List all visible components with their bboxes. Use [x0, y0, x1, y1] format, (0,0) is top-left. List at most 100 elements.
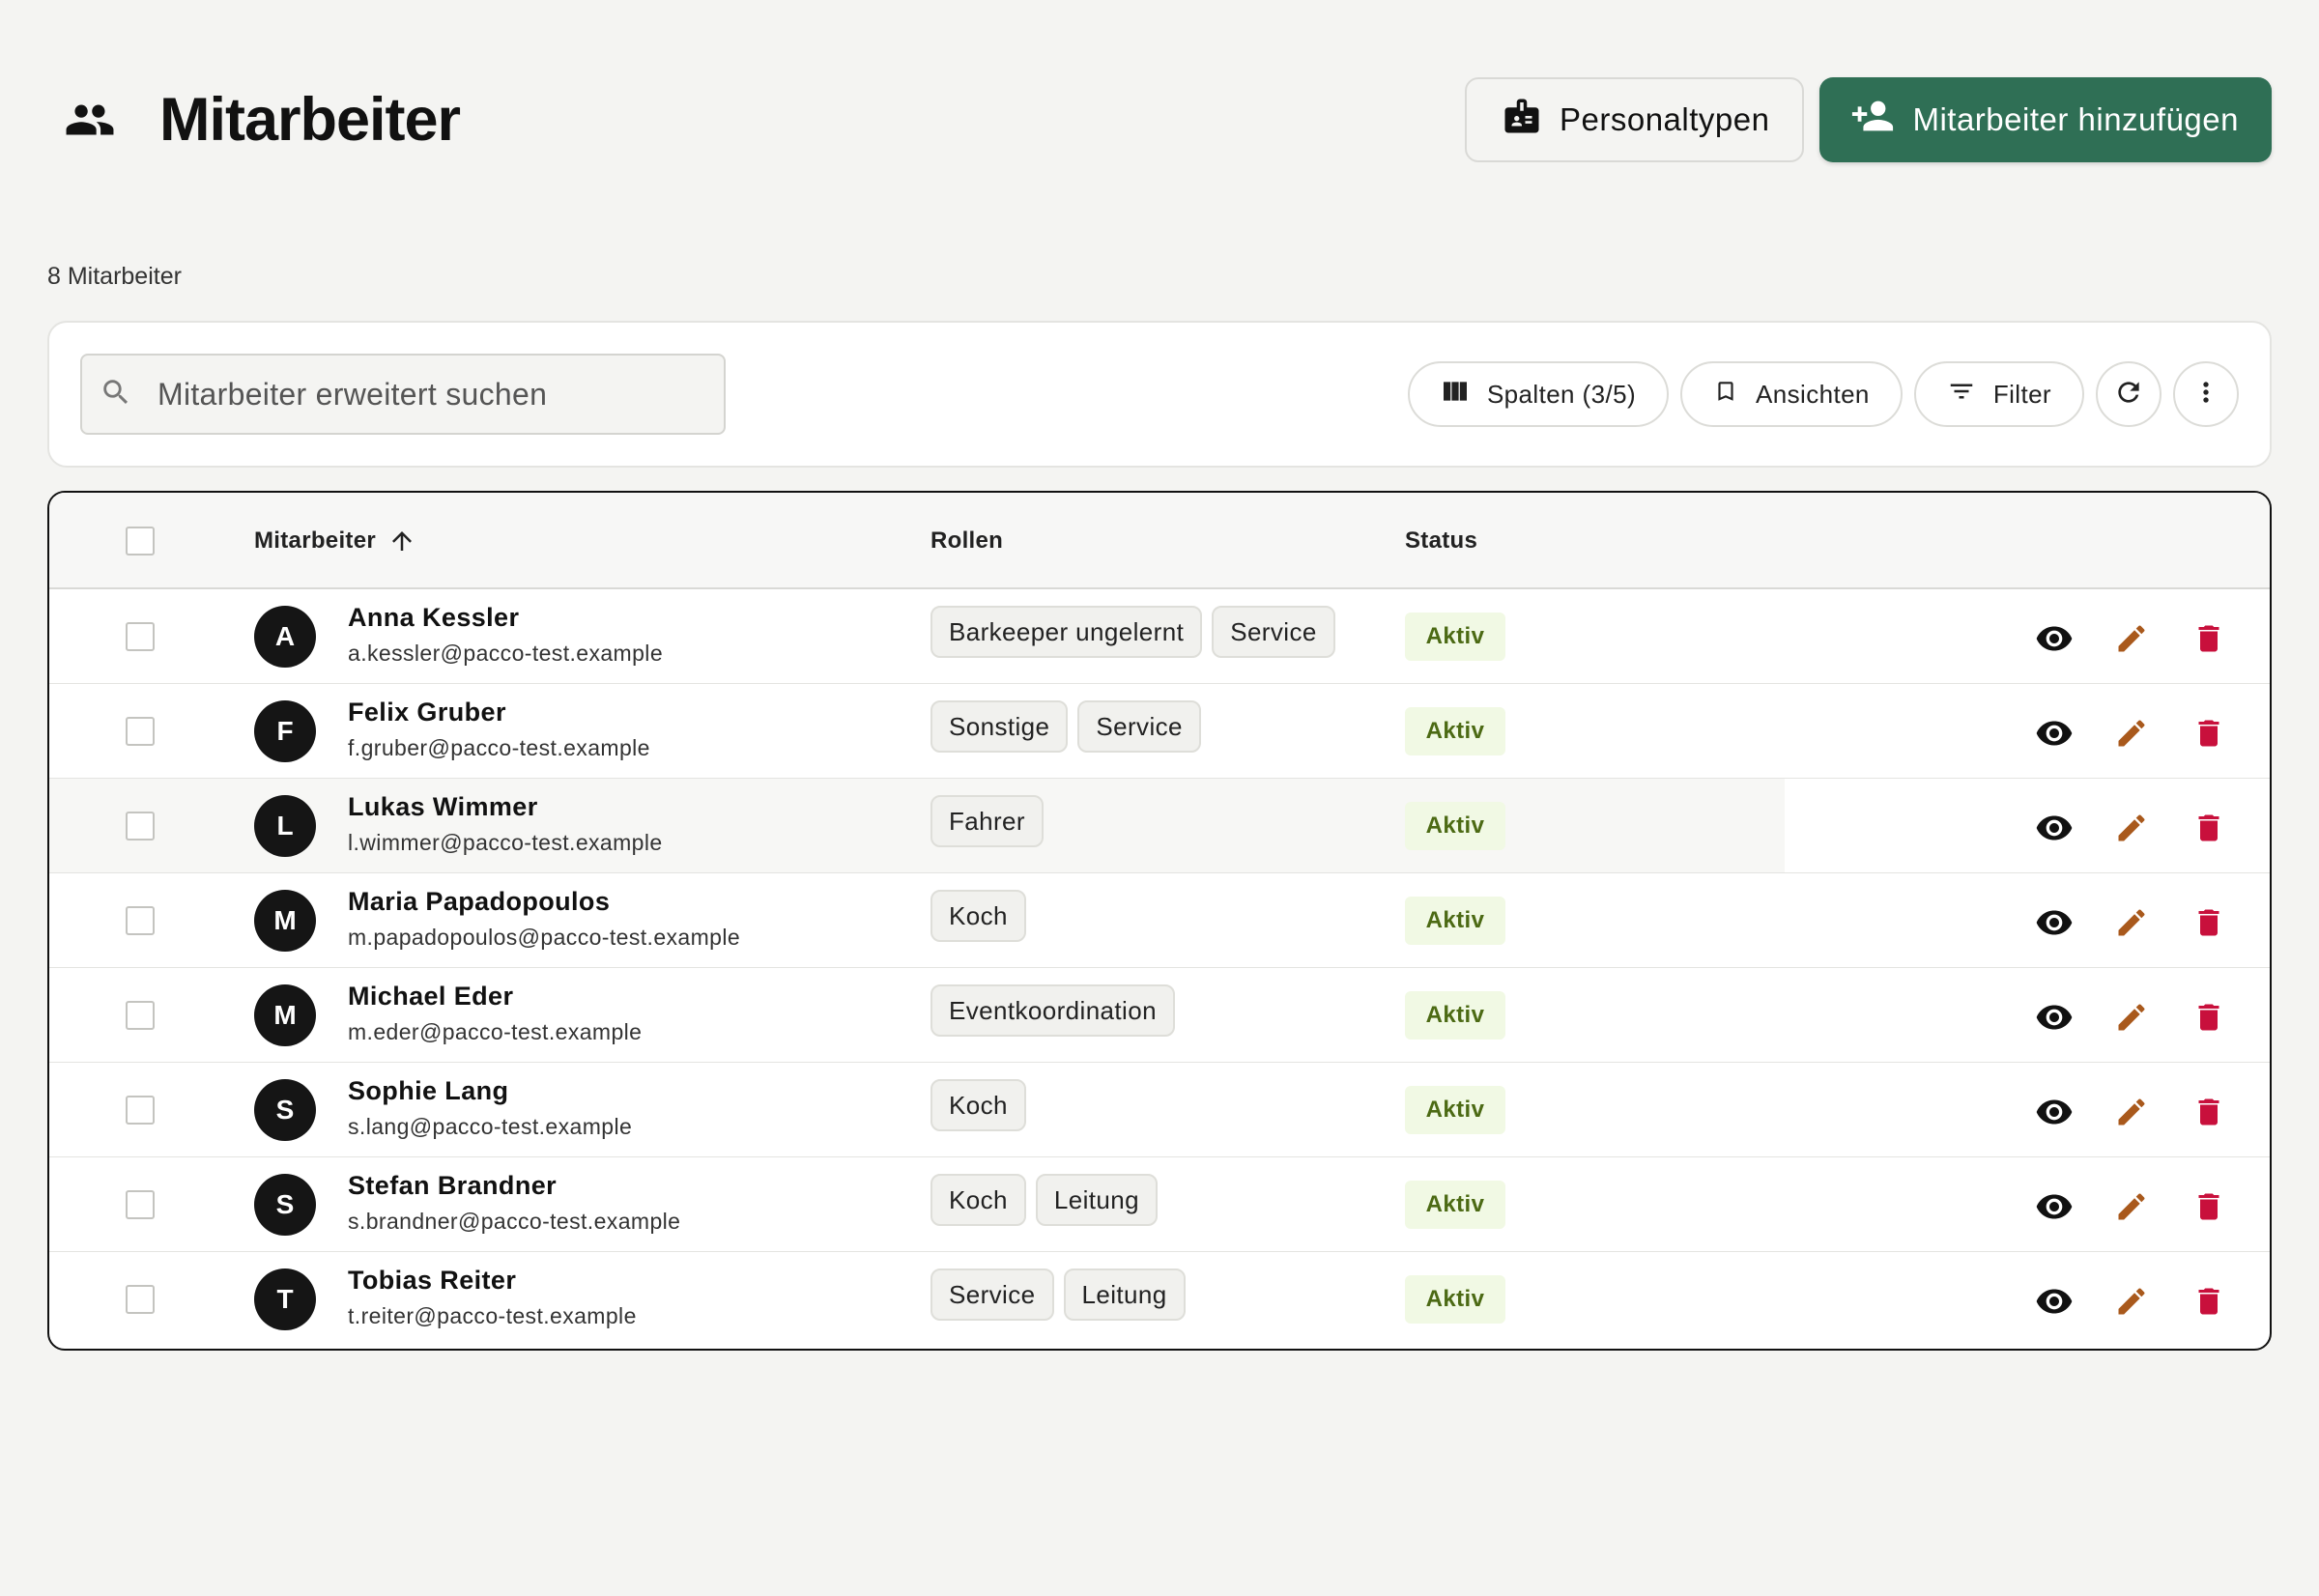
column-header-status[interactable]: Status — [1405, 493, 1477, 589]
page-title: Mitarbeiter — [159, 86, 461, 154]
table-row[interactable]: T Tobias Reiter t.reiter@pacco-test.exampl… — [49, 1252, 2270, 1347]
table-row[interactable]: F Felix Gruber f.gruber@pacco-test.example… — [49, 684, 2270, 779]
pencil-icon — [2114, 621, 2149, 656]
role-chip: Eventkoordination — [930, 984, 1175, 1037]
arrow-up-icon — [387, 527, 416, 556]
row-checkbox[interactable] — [126, 906, 155, 935]
status-badge: Aktiv — [1405, 897, 1505, 945]
row-checkbox[interactable] — [126, 622, 155, 651]
avatar: A — [254, 606, 316, 668]
delete-button[interactable] — [2190, 1282, 2228, 1321]
table-row[interactable]: M Maria Papadopoulos m.papadopoulos@pacco-… — [49, 873, 2270, 968]
columns-label: Spalten (3/5) — [1486, 379, 1637, 409]
avatar: M — [254, 984, 316, 1046]
pencil-icon — [2114, 716, 2149, 751]
employee-name: Lukas Wimmer — [348, 792, 538, 821]
view-button[interactable] — [2035, 903, 2074, 942]
view-button[interactable] — [2035, 619, 2074, 658]
page-header: Mitarbeiter Personaltypen Mitarbeiter hi… — [47, 77, 2272, 162]
view-button[interactable] — [2035, 1093, 2074, 1131]
delete-button[interactable] — [2190, 903, 2228, 942]
personaltypen-button[interactable]: Personaltypen — [1464, 77, 1805, 162]
trash-icon — [2191, 1284, 2226, 1319]
select-all-checkbox[interactable] — [126, 527, 155, 556]
edit-button[interactable] — [2112, 619, 2151, 658]
row-checkbox[interactable] — [126, 1285, 155, 1314]
delete-button[interactable] — [2190, 1093, 2228, 1131]
view-button[interactable] — [2035, 809, 2074, 847]
employees-table: Mitarbeiter Rollen Status A Anna Kessler a… — [47, 491, 2272, 1351]
column-header-mitarbeiter[interactable]: Mitarbeiter — [254, 493, 416, 589]
table-row[interactable]: M Michael Eder m.eder@pacco-test.example Ev… — [49, 968, 2270, 1063]
delete-button[interactable] — [2190, 809, 2228, 847]
avatar: F — [254, 700, 316, 762]
row-checkbox[interactable] — [126, 1190, 155, 1219]
employee-email: t.reiter@pacco-test.example — [348, 1303, 637, 1328]
edit-button[interactable] — [2112, 998, 2151, 1037]
person-add-icon — [1850, 97, 1895, 143]
column-header-rollen[interactable]: Rollen — [930, 493, 1003, 589]
row-checkbox[interactable] — [126, 1001, 155, 1030]
status-badge: Aktiv — [1405, 1181, 1505, 1229]
edit-button[interactable] — [2112, 1093, 2151, 1131]
edit-button[interactable] — [2112, 809, 2151, 847]
role-chip: Service — [1212, 606, 1335, 658]
columns-button[interactable]: Spalten (3/5) — [1407, 361, 1670, 427]
delete-button[interactable] — [2190, 1187, 2228, 1226]
pencil-icon — [2114, 1189, 2149, 1224]
employee-name: Sophie Lang — [348, 1076, 509, 1105]
delete-button[interactable] — [2190, 998, 2228, 1037]
roles-list: Fahrer — [930, 795, 1044, 847]
trash-icon — [2191, 1189, 2226, 1224]
edit-button[interactable] — [2112, 903, 2151, 942]
roles-list: Eventkoordination — [930, 984, 1175, 1037]
role-chip: Barkeeper ungelernt — [930, 606, 1203, 658]
trash-icon — [2191, 905, 2226, 940]
views-button[interactable]: Ansichten — [1680, 361, 1903, 427]
row-checkbox[interactable] — [126, 717, 155, 746]
refresh-button[interactable] — [2096, 361, 2162, 427]
row-checkbox[interactable] — [126, 1096, 155, 1125]
pencil-icon — [2114, 1284, 2149, 1319]
search-field[interactable] — [80, 354, 726, 435]
avatar: T — [254, 1268, 316, 1330]
delete-button[interactable] — [2190, 714, 2228, 753]
columns-icon — [1441, 380, 1470, 410]
table-row[interactable]: S Stefan Brandner s.brandner@pacco-test.ex… — [49, 1157, 2270, 1252]
pencil-icon — [2114, 1000, 2149, 1035]
eye-icon — [2035, 619, 2074, 658]
view-button[interactable] — [2035, 1282, 2074, 1321]
column-header-label: Mitarbeiter — [254, 527, 376, 554]
trash-icon — [2191, 1095, 2226, 1129]
edit-button[interactable] — [2112, 1187, 2151, 1226]
more-options-button[interactable] — [2173, 361, 2239, 427]
table-row[interactable]: A Anna Kessler a.kessler@pacco-test.exampl… — [49, 589, 2270, 684]
table-body: A Anna Kessler a.kessler@pacco-test.exampl… — [49, 589, 2270, 1347]
view-button[interactable] — [2035, 1187, 2074, 1226]
view-button[interactable] — [2035, 714, 2074, 753]
table-row[interactable]: S Sophie Lang s.lang@pacco-test.example Koc… — [49, 1063, 2270, 1157]
role-chip: Koch — [930, 890, 1026, 942]
employee-name: Maria Papadopoulos — [348, 887, 611, 916]
role-chip: Fahrer — [930, 795, 1044, 847]
table-row[interactable]: L Lukas Wimmer l.wimmer@pacco-test.example… — [49, 779, 2270, 873]
edit-button[interactable] — [2112, 714, 2151, 753]
eye-icon — [2035, 903, 2074, 942]
add-employee-button[interactable]: Mitarbeiter hinzufügen — [1819, 77, 2272, 162]
search-input[interactable] — [157, 376, 679, 413]
badge-icon — [1502, 96, 1542, 144]
trash-icon — [2191, 716, 2226, 751]
employee-name: Felix Gruber — [348, 698, 506, 727]
roles-list: Koch — [930, 890, 1026, 942]
role-chip: Leitung — [1063, 1268, 1186, 1321]
filter-button[interactable]: Filter — [1913, 361, 2084, 427]
row-checkbox[interactable] — [126, 812, 155, 841]
view-button[interactable] — [2035, 998, 2074, 1037]
edit-button[interactable] — [2112, 1282, 2151, 1321]
eye-icon — [2035, 998, 2074, 1037]
avatar: S — [254, 1079, 316, 1141]
eye-icon — [2035, 714, 2074, 753]
employee-email: m.papadopoulos@pacco-test.example — [348, 925, 741, 950]
eye-icon — [2035, 1093, 2074, 1131]
delete-button[interactable] — [2190, 619, 2228, 658]
